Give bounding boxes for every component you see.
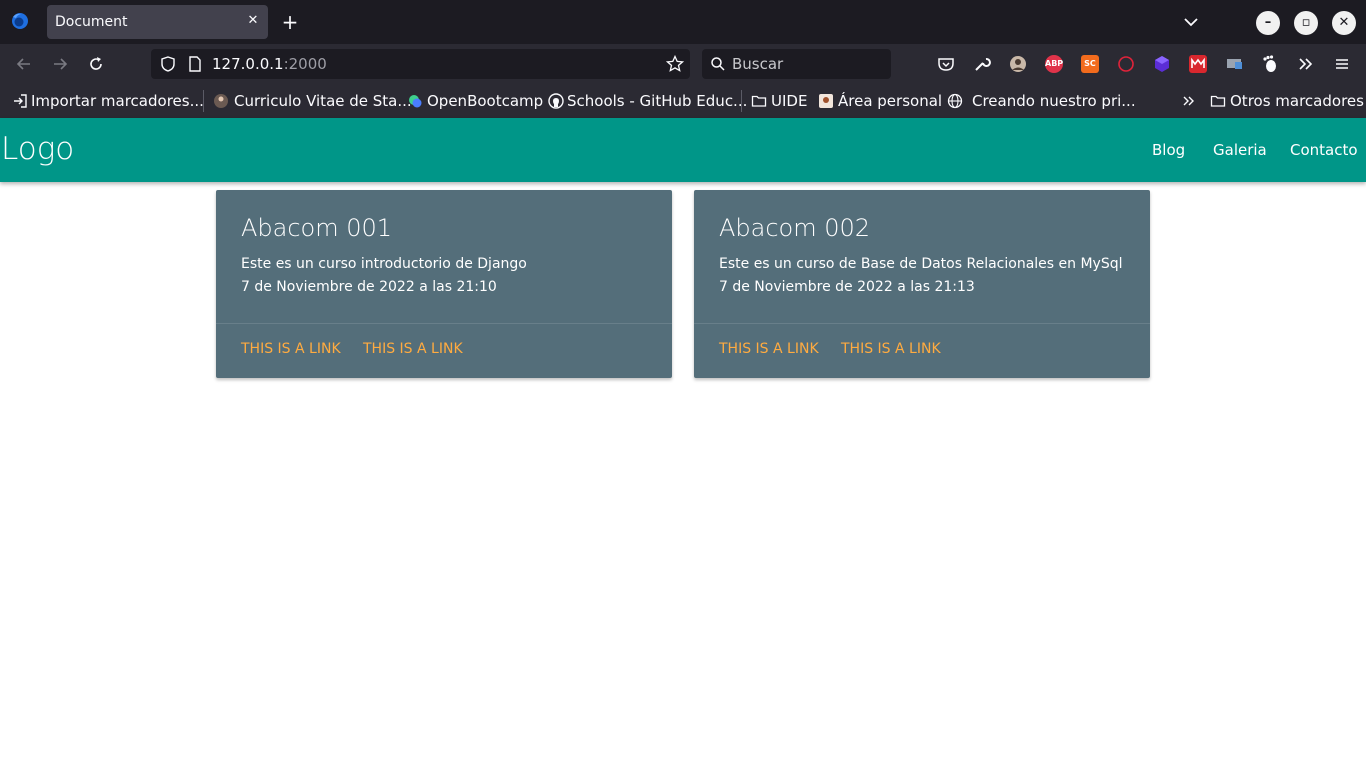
mega-icon[interactable] [1189, 55, 1207, 73]
card-divider [216, 323, 672, 324]
search-input[interactable]: Buscar [732, 55, 783, 73]
site-logo[interactable]: Logo [1, 131, 74, 167]
openbootcamp-favicon-icon [409, 95, 422, 108]
gnome-foot-icon[interactable] [1260, 54, 1280, 74]
url-text: 127.0.0.1:2000 [212, 55, 327, 73]
bookmark-schools[interactable]: Schools - GitHub Educ... [567, 92, 747, 110]
new-tab-button[interactable]: + [279, 11, 301, 33]
bookmark-separator [203, 90, 204, 112]
bookmark-curriculo[interactable]: Curriculo Vitae de Sta... [234, 92, 412, 110]
browser-toolbar: 127.0.0.1:2000 Buscar ABP SC [0, 44, 1366, 84]
bookmark-separator [741, 90, 742, 112]
shield-icon[interactable] [159, 55, 177, 73]
bookmark-area-personal[interactable]: Área personal [838, 92, 942, 110]
card-description: Este es un curso de Base de Datos Relaci… [719, 256, 1123, 272]
reload-icon[interactable] [86, 54, 106, 74]
nav-link-contacto[interactable]: Contacto [1290, 141, 1358, 159]
page-icon [189, 56, 201, 72]
course-card: Abacom 002 Este es un curso de Base de D… [694, 190, 1150, 378]
card-date: 7 de Noviembre de 2022 a las 21:13 [719, 279, 975, 295]
tab-title: Document [55, 14, 128, 30]
pocket-icon[interactable] [936, 54, 956, 74]
screen-icon[interactable] [1224, 54, 1244, 74]
chevron-down-icon[interactable] [1181, 12, 1201, 32]
folder-icon [1210, 95, 1226, 107]
search-icon [711, 57, 725, 71]
url-bar[interactable]: 127.0.0.1:2000 [151, 49, 690, 79]
nav-link-galeria[interactable]: Galeria [1213, 141, 1267, 159]
sc-icon[interactable]: SC [1081, 55, 1099, 73]
card-link[interactable]: THIS IS A LINK [241, 341, 341, 357]
back-arrow-icon[interactable] [14, 54, 34, 74]
tab-strip: Document ✕ + – ▫ ✕ [0, 0, 1366, 44]
site-navbar: Logo Blog Galeria Contacto [0, 118, 1366, 182]
card-link[interactable]: THIS IS A LINK [719, 341, 819, 357]
more-bookmarks-chevrons-icon[interactable] [1181, 93, 1197, 109]
url-host: 127.0.0.1 [212, 55, 284, 73]
card-title: Abacom 002 [719, 214, 871, 242]
github-icon [548, 93, 564, 109]
bookmark-openbootcamp[interactable]: OpenBootcamp [427, 92, 543, 110]
firefox-logo-icon[interactable] [10, 11, 30, 31]
star-bookmark-icon[interactable] [666, 55, 684, 73]
card-title: Abacom 001 [241, 214, 393, 242]
globe-icon [947, 93, 963, 109]
abp-icon[interactable]: ABP [1045, 55, 1063, 73]
forward-arrow-icon[interactable] [50, 54, 70, 74]
course-card: Abacom 001 Este es un curso introductori… [216, 190, 672, 378]
folder-icon [751, 95, 767, 107]
card-divider [694, 323, 1150, 324]
card-date: 7 de Noviembre de 2022 a las 21:10 [241, 279, 497, 295]
hamburger-menu-icon[interactable] [1332, 54, 1352, 74]
bookmark-creando[interactable]: Creando nuestro pri... [972, 92, 1136, 110]
curriculo-favicon-icon [214, 94, 228, 108]
area-favicon-icon [819, 94, 833, 108]
url-port: :2000 [283, 55, 327, 73]
overflow-chevrons-icon[interactable] [1296, 54, 1316, 74]
tab-document[interactable]: Document ✕ [47, 5, 268, 39]
bookmark-uide[interactable]: UIDE [771, 92, 807, 110]
close-tab-icon[interactable]: ✕ [245, 13, 261, 29]
maximize-button[interactable]: ▫ [1294, 11, 1318, 35]
nav-link-blog[interactable]: Blog [1152, 141, 1185, 159]
search-bar[interactable]: Buscar [702, 49, 891, 79]
bookmark-otros-marcadores[interactable]: Otros marcadores [1230, 92, 1364, 110]
minimize-button[interactable]: – [1256, 11, 1280, 35]
bookmarks-toolbar: Importar marcadores... Curriculo Vitae d… [0, 84, 1366, 118]
card-link[interactable]: THIS IS A LINK [841, 341, 941, 357]
import-icon [14, 94, 27, 108]
opera-ring-icon[interactable] [1116, 54, 1136, 74]
purple-cube-icon[interactable] [1152, 54, 1172, 74]
card-link[interactable]: THIS IS A LINK [363, 341, 463, 357]
bookmark-import[interactable]: Importar marcadores... [31, 92, 204, 110]
close-window-button[interactable]: ✕ [1332, 11, 1356, 35]
card-description: Este es un curso introductorio de Django [241, 256, 527, 272]
wrench-icon[interactable] [972, 54, 992, 74]
avatar-extension-icon[interactable] [1008, 54, 1028, 74]
